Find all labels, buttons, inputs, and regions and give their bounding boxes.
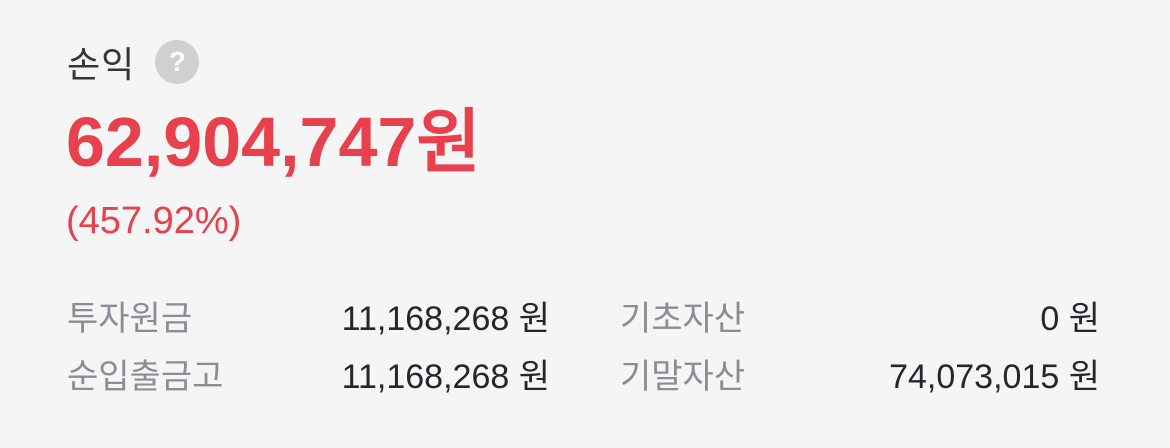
closing-assets-value: 74,073,015 원 [889, 358, 1100, 396]
section-title: 손익 [67, 44, 136, 85]
profit-amount: 62,904,747원 [66, 103, 481, 181]
opening-assets-label: 기초자산 [620, 300, 746, 338]
details-row-2: 순입출금고 11,168,268 원 기말자산 74,073,015 원 [0, 352, 1170, 402]
principal-label: 투자원금 [67, 300, 193, 338]
help-icon[interactable]: ? [155, 40, 200, 84]
closing-assets-label: 기말자산 [620, 358, 746, 396]
principal-value: 11,168,268 원 [341, 300, 550, 338]
net-flow-value: 11,168,268 원 [341, 358, 550, 396]
net-flow-label: 순입출금고 [67, 358, 224, 396]
profit-rate: (457.92%) [66, 200, 242, 242]
title-row: 손익 ? [67, 36, 200, 88]
opening-assets-value: 0 원 [1040, 300, 1100, 338]
details-row-1: 투자원금 11,168,268 원 기초자산 0 원 [0, 294, 1170, 344]
question-mark-glyph: ? [168, 46, 186, 77]
profit-summary-card: 손익 ? 62,904,747원 (457.92%) 투자원금 11,168,2… [0, 0, 1170, 448]
